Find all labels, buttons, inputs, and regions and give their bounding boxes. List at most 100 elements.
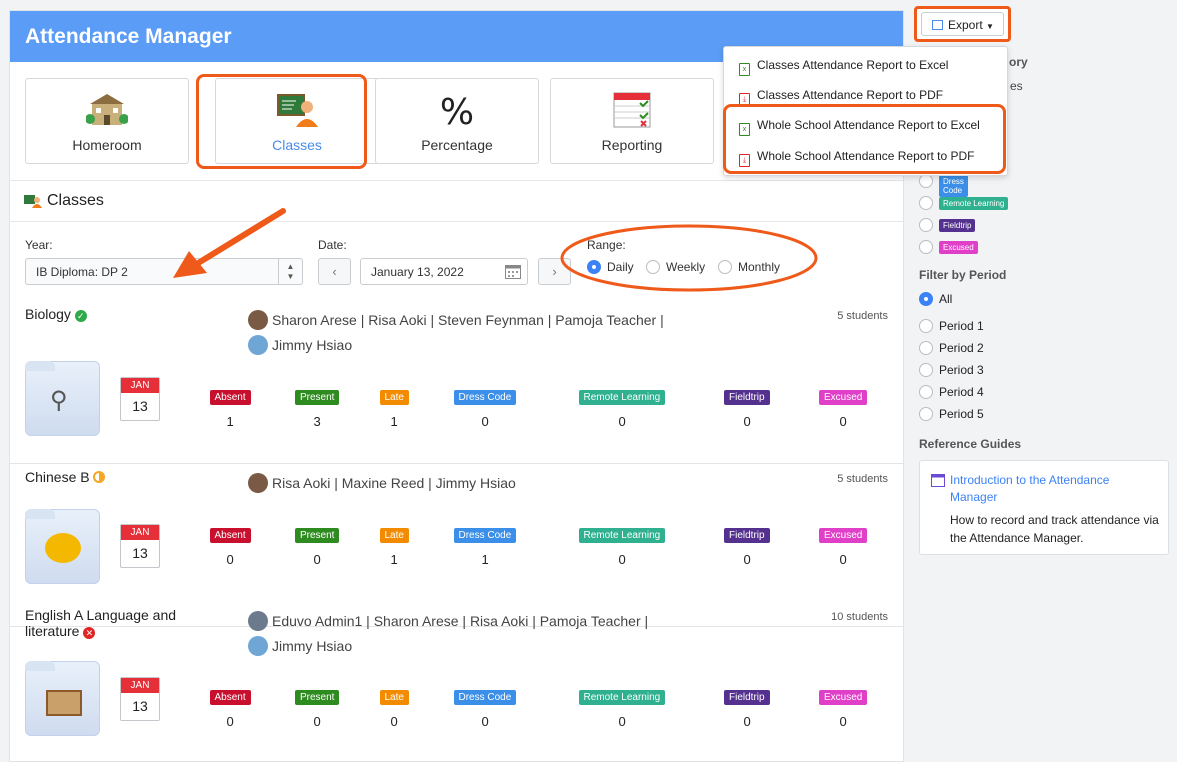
status-badge: Remote Learning: [578, 690, 666, 705]
status-count: 0: [226, 714, 234, 729]
incomplete-x-icon: ✕: [83, 627, 96, 639]
percent-icon: %: [440, 92, 474, 129]
status-count: 3: [313, 414, 321, 429]
status-badge: Fieldtrip: [724, 390, 770, 405]
avatar: [248, 636, 268, 656]
chevron-left-icon: ‹: [332, 264, 337, 279]
period-2[interactable]: Period 2: [919, 341, 984, 355]
status-count: 0: [481, 714, 489, 729]
teachers-line: Risa Aoki | Maxine Reed | Jimmy Hsiao: [272, 475, 516, 491]
status-count: 1: [390, 552, 398, 567]
period-all[interactable]: All: [919, 292, 952, 306]
status-count: 1: [390, 414, 398, 429]
book-icon: [46, 690, 82, 716]
tab-label: Percentage: [421, 137, 493, 153]
status-badge: Absent: [209, 390, 251, 405]
menu-item-classes-excel[interactable]: x Classes Attendance Report to Excel: [739, 58, 948, 76]
filter-period-heading: Filter by Period: [919, 268, 1007, 282]
radio-icon: [919, 196, 933, 210]
date-label: Date:: [318, 238, 347, 252]
status-badge: Present: [295, 528, 340, 543]
teachers-list: Eduvo Admin1 | Sharon Arese | Risa Aoki …: [248, 609, 768, 659]
date-badge: JAN 13: [120, 677, 160, 721]
status-badge: Remote Learning: [578, 390, 666, 405]
radio-icon: [919, 174, 933, 188]
avatar: [248, 473, 268, 493]
status-count: 0: [839, 414, 847, 429]
radio-icon: [919, 363, 933, 377]
chat-bubble-icon: [45, 533, 81, 563]
status-badge: Late: [379, 690, 409, 705]
status-count: 0: [618, 552, 626, 567]
class-name[interactable]: Biology ✓: [25, 306, 195, 322]
partial-text: es: [1010, 79, 1023, 93]
class-row-chinese-b: Chinese B Risa Aoki | Maxine Reed | Jimm…: [10, 467, 903, 627]
chevron-right-icon: ›: [552, 264, 557, 279]
status-badge: Late: [379, 390, 409, 405]
export-highlight: Export ▼: [914, 6, 1011, 42]
date-badge: JAN 13: [120, 524, 160, 568]
status-badge: Fieldtrip: [724, 528, 770, 543]
tab-label: Reporting: [601, 137, 663, 153]
status-count: 0: [618, 414, 626, 429]
status-count: 0: [313, 714, 321, 729]
export-button[interactable]: Export ▼: [921, 12, 1004, 36]
status-badge: Dress Code: [453, 690, 517, 705]
class-folder[interactable]: [25, 661, 100, 736]
teachers-line: Eduvo Admin1 | Sharon Arese | Risa Aoki …: [272, 613, 649, 629]
status-badge: Late: [379, 528, 409, 543]
annotation-highlight: [723, 104, 1006, 174]
status-badge: Excused: [819, 528, 868, 543]
guide-description: How to record and track attendance via t…: [950, 513, 1159, 545]
complete-check-icon: ✓: [74, 310, 87, 322]
period-3[interactable]: Period 3: [919, 363, 984, 377]
svg-text:%: %: [440, 92, 474, 129]
status-badge: Present: [295, 390, 340, 405]
status-badge: Dress Code: [453, 390, 517, 405]
status-badge: Dress Code: [453, 528, 517, 543]
radio-icon: [919, 407, 933, 421]
class-folder[interactable]: [25, 509, 100, 584]
status-count: 0: [839, 714, 847, 729]
date-input[interactable]: January 13, 2022: [360, 258, 528, 285]
class-folder[interactable]: ⚲: [25, 361, 100, 436]
previous-date-button[interactable]: ‹: [318, 258, 351, 285]
export-label: Export: [948, 18, 983, 32]
year-value: IB Diploma: DP 2: [36, 265, 128, 279]
status-count: 0: [743, 552, 751, 567]
radio-icon: [919, 341, 933, 355]
class-name[interactable]: English A Language and literature ✕: [25, 607, 195, 639]
category-excused[interactable]: Excused: [919, 239, 978, 254]
section-title: Classes: [47, 192, 104, 209]
status-badge: Remote Learning: [578, 528, 666, 543]
class-name[interactable]: Chinese B: [25, 469, 195, 485]
guide-link[interactable]: Introduction to the Attendance Manager: [950, 472, 1155, 506]
section-header: Classes: [10, 180, 903, 222]
status-badge: Present: [295, 690, 340, 705]
period-4[interactable]: Period 4: [919, 385, 984, 399]
period-5[interactable]: Period 5: [919, 407, 984, 421]
school-building-icon: [86, 94, 128, 125]
avatar: [248, 335, 268, 355]
radio-icon: [919, 292, 933, 306]
export-share-icon: [932, 20, 943, 30]
tab-reporting[interactable]: Reporting: [550, 78, 714, 164]
radio-icon: [919, 319, 933, 333]
date-badge: JAN 13: [120, 377, 160, 421]
tab-percentage[interactable]: % Percentage: [375, 78, 539, 164]
status-count: 0: [390, 714, 398, 729]
period-1[interactable]: Period 1: [919, 319, 984, 333]
year-label: Year:: [25, 238, 53, 252]
tab-homeroom[interactable]: Homeroom: [25, 78, 189, 164]
status-count: 0: [743, 714, 751, 729]
reference-guides-heading: Reference Guides: [919, 437, 1022, 451]
teachers-line: Jimmy Hsiao: [272, 337, 353, 353]
caret-down-icon: ▼: [986, 22, 994, 31]
status-count: 0: [226, 552, 234, 567]
radio-icon: [919, 218, 933, 232]
status-count: 0: [743, 414, 751, 429]
category-remote-learning[interactable]: Remote Learning: [919, 195, 1009, 210]
category-fieldtrip[interactable]: Fieldtrip: [919, 217, 976, 232]
category-badge: Remote Learning: [939, 197, 1009, 210]
status-badge: Fieldtrip: [724, 690, 770, 705]
